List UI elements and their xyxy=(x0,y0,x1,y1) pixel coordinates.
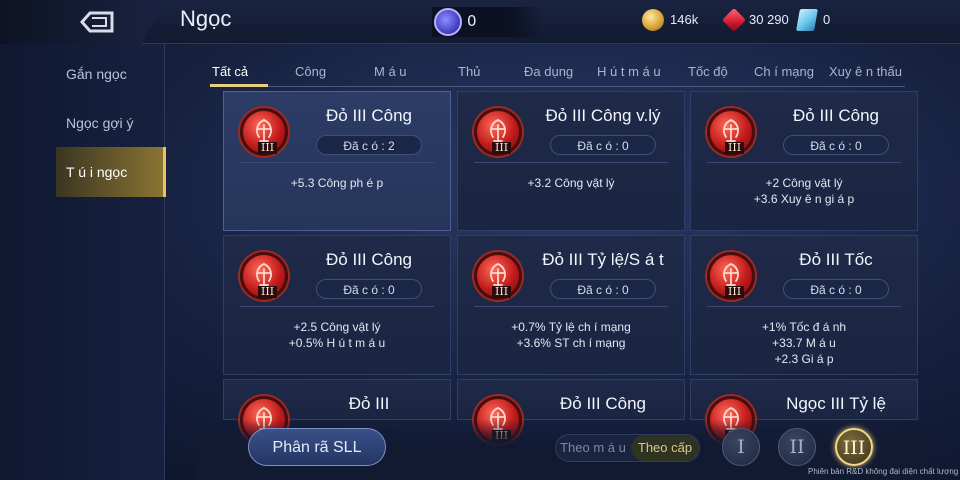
gem-card[interactable]: III Đỏ III Công v.lý Đã c ó : 0 +3.2 Công v… xyxy=(457,91,685,231)
tab-crit[interactable]: Ch í mạng xyxy=(754,64,814,79)
gem-counter: 0 xyxy=(432,7,542,37)
tab-attack[interactable]: Công xyxy=(295,64,326,79)
footer-note: Phiên bản R&D không đại diện chất lượng … xyxy=(808,467,960,476)
gem-stat-line: +0.5% H ú t m á u xyxy=(288,336,386,350)
ruby-icon xyxy=(721,7,747,33)
gem-stat-line: +2 Công vật lý xyxy=(765,176,843,190)
gem-stats: +5.3 Công ph é p xyxy=(224,175,450,191)
tab-penetration[interactable]: Xuy ê n thấu xyxy=(829,64,902,79)
gem-stat-line: +3.2 Công vật lý xyxy=(527,176,615,190)
gem-stat-line: +3.6% ST ch í mạng xyxy=(516,336,626,350)
gold-amount: 146k xyxy=(670,12,699,27)
card-divider xyxy=(240,162,434,163)
back-arrow-icon xyxy=(79,11,114,33)
gem-count: 0 xyxy=(467,12,477,30)
gem-currency-icon xyxy=(434,8,462,36)
gem-card[interactable]: III Đỏ III Tốc Đã c ó : 0 +1% Tốc đ á nh +33… xyxy=(690,235,918,375)
gem-card[interactable]: III Đỏ III Công Đã c ó : 0 +2 Công vật lý +3… xyxy=(690,91,918,231)
gem-tier-label: III xyxy=(258,142,278,154)
owned-count-badge: Đã c ó : 0 xyxy=(783,279,889,299)
card-divider xyxy=(707,306,901,307)
gem-card[interactable]: IIIĐỏ III xyxy=(223,379,451,444)
gem-tier-label: III xyxy=(492,286,512,298)
sort-toggle: Theo m á u Theo cấp xyxy=(555,434,700,462)
card-divider xyxy=(240,306,434,307)
gem-name: Đỏ III Công xyxy=(793,106,879,125)
gem-stats: +1% Tốc đ á nh +33.7 M á u +2.3 Gi á p xyxy=(691,319,917,367)
gem-name: Đỏ III Công xyxy=(326,106,412,125)
sidebar-item-gem-bag[interactable]: T ú i ngọc xyxy=(56,147,166,197)
tab-lifesteal[interactable]: H ú t m á u xyxy=(597,64,661,79)
owned-count-badge: Đã c ó : 0 xyxy=(316,279,422,299)
gem-stat-line: +3.6 Xuy ê n gi á p xyxy=(753,192,855,206)
tier-2-button[interactable]: II xyxy=(778,428,816,466)
gem-name: Đỏ III Công v.lý xyxy=(545,106,661,125)
tab-speed[interactable]: Tốc độ xyxy=(688,64,728,79)
tab-defense[interactable]: Thủ xyxy=(458,64,480,79)
ticket-icon xyxy=(796,9,818,31)
tier-1-button[interactable]: I xyxy=(722,428,760,466)
owned-count-badge: Đã c ó : 0 xyxy=(783,135,889,155)
gem-tier-label: III xyxy=(725,286,745,298)
tab-health[interactable]: M á u xyxy=(374,64,407,79)
gem-name: Đỏ III Tỷ lệ/S á t xyxy=(542,250,664,269)
owned-count-badge: Đã c ó : 0 xyxy=(550,135,656,155)
tab-utility[interactable]: Đa dụng xyxy=(524,64,573,79)
gem-stat-line: +0.7% Tỷ lệ ch í mạng xyxy=(511,320,631,334)
gem-stats: +2 Công vật lý +3.6 Xuy ê n gi á p xyxy=(691,175,917,207)
sort-by-color-option[interactable]: Theo m á u xyxy=(558,435,628,461)
gem-card[interactable]: III Đỏ III Công Đã c ó : 0 +2.5 Công vật lý… xyxy=(223,235,451,375)
owned-count-badge: Đã c ó : 2 xyxy=(316,135,422,155)
gem-stats: +2.5 Công vật lý +0.5% H ú t m á u xyxy=(224,319,450,351)
gem-name: Đỏ III xyxy=(348,394,390,413)
tier-3-button[interactable]: III xyxy=(835,428,873,466)
sort-by-level-option[interactable]: Theo cấp xyxy=(631,435,699,461)
gem-tier-label: III xyxy=(492,142,512,154)
gem-card[interactable]: IIIĐỏ III Công xyxy=(457,379,685,444)
sidebar-item-suggested-gems[interactable]: Ngọc gợi ý xyxy=(56,98,166,148)
gem-name: Ngọc III Tỷ lệ xyxy=(786,394,886,413)
page-title: Ngọc xyxy=(180,6,232,31)
card-divider xyxy=(707,162,901,163)
tab-all[interactable]: Tất cả xyxy=(212,64,248,79)
gem-name: Đỏ III Công xyxy=(560,394,646,413)
gem-name: Đỏ III Công xyxy=(326,250,412,269)
gem-card[interactable]: III Đỏ III Công Đã c ó : 2 +5.3 Công ph é p xyxy=(223,91,451,231)
gem-stat-line: +5.3 Công ph é p xyxy=(290,176,384,190)
sidebar: Gắn ngọc Ngọc gợi ý T ú i ngọc xyxy=(0,44,166,480)
gem-stat-line: +2.3 Gi á p xyxy=(774,352,834,366)
gem-card[interactable]: III Đỏ III Tỷ lệ/S á t Đã c ó : 0 +0.7% Tỷ … xyxy=(457,235,685,375)
ruby-amount: 30 290 xyxy=(749,12,789,27)
card-divider xyxy=(474,162,668,163)
sidebar-item-equip-gems[interactable]: Gắn ngọc xyxy=(56,49,166,99)
gem-name: Đỏ III Tốc xyxy=(799,250,873,269)
gem-stat-line: +1% Tốc đ á nh xyxy=(761,320,847,334)
gem-stat-line: +33.7 M á u xyxy=(772,336,836,350)
top-bar: Ngọc 0 146k 30 290 0 xyxy=(0,0,960,44)
decompose-all-button[interactable]: Phân rã SLL xyxy=(248,428,386,466)
owned-count-badge: Đã c ó : 0 xyxy=(550,279,656,299)
gem-tier-label: III xyxy=(258,286,278,298)
gem-tier-label: III xyxy=(725,142,745,154)
active-tab-indicator xyxy=(210,84,268,87)
gold-coin-icon xyxy=(642,9,664,31)
gem-card[interactable]: IIINgọc III Tỷ lệ xyxy=(690,379,918,444)
card-divider xyxy=(474,306,668,307)
ticket-amount: 0 xyxy=(823,12,831,27)
category-tabs: Tất cả Công M á u Thủ Đa dụng H ú t m á … xyxy=(210,55,905,87)
gem-stats: +3.2 Công vật lý xyxy=(458,175,684,191)
gem-stats: +0.7% Tỷ lệ ch í mạng +3.6% ST ch í mạng xyxy=(458,319,684,351)
back-button[interactable] xyxy=(0,0,165,44)
gem-stat-line: +2.5 Công vật lý xyxy=(293,320,381,334)
